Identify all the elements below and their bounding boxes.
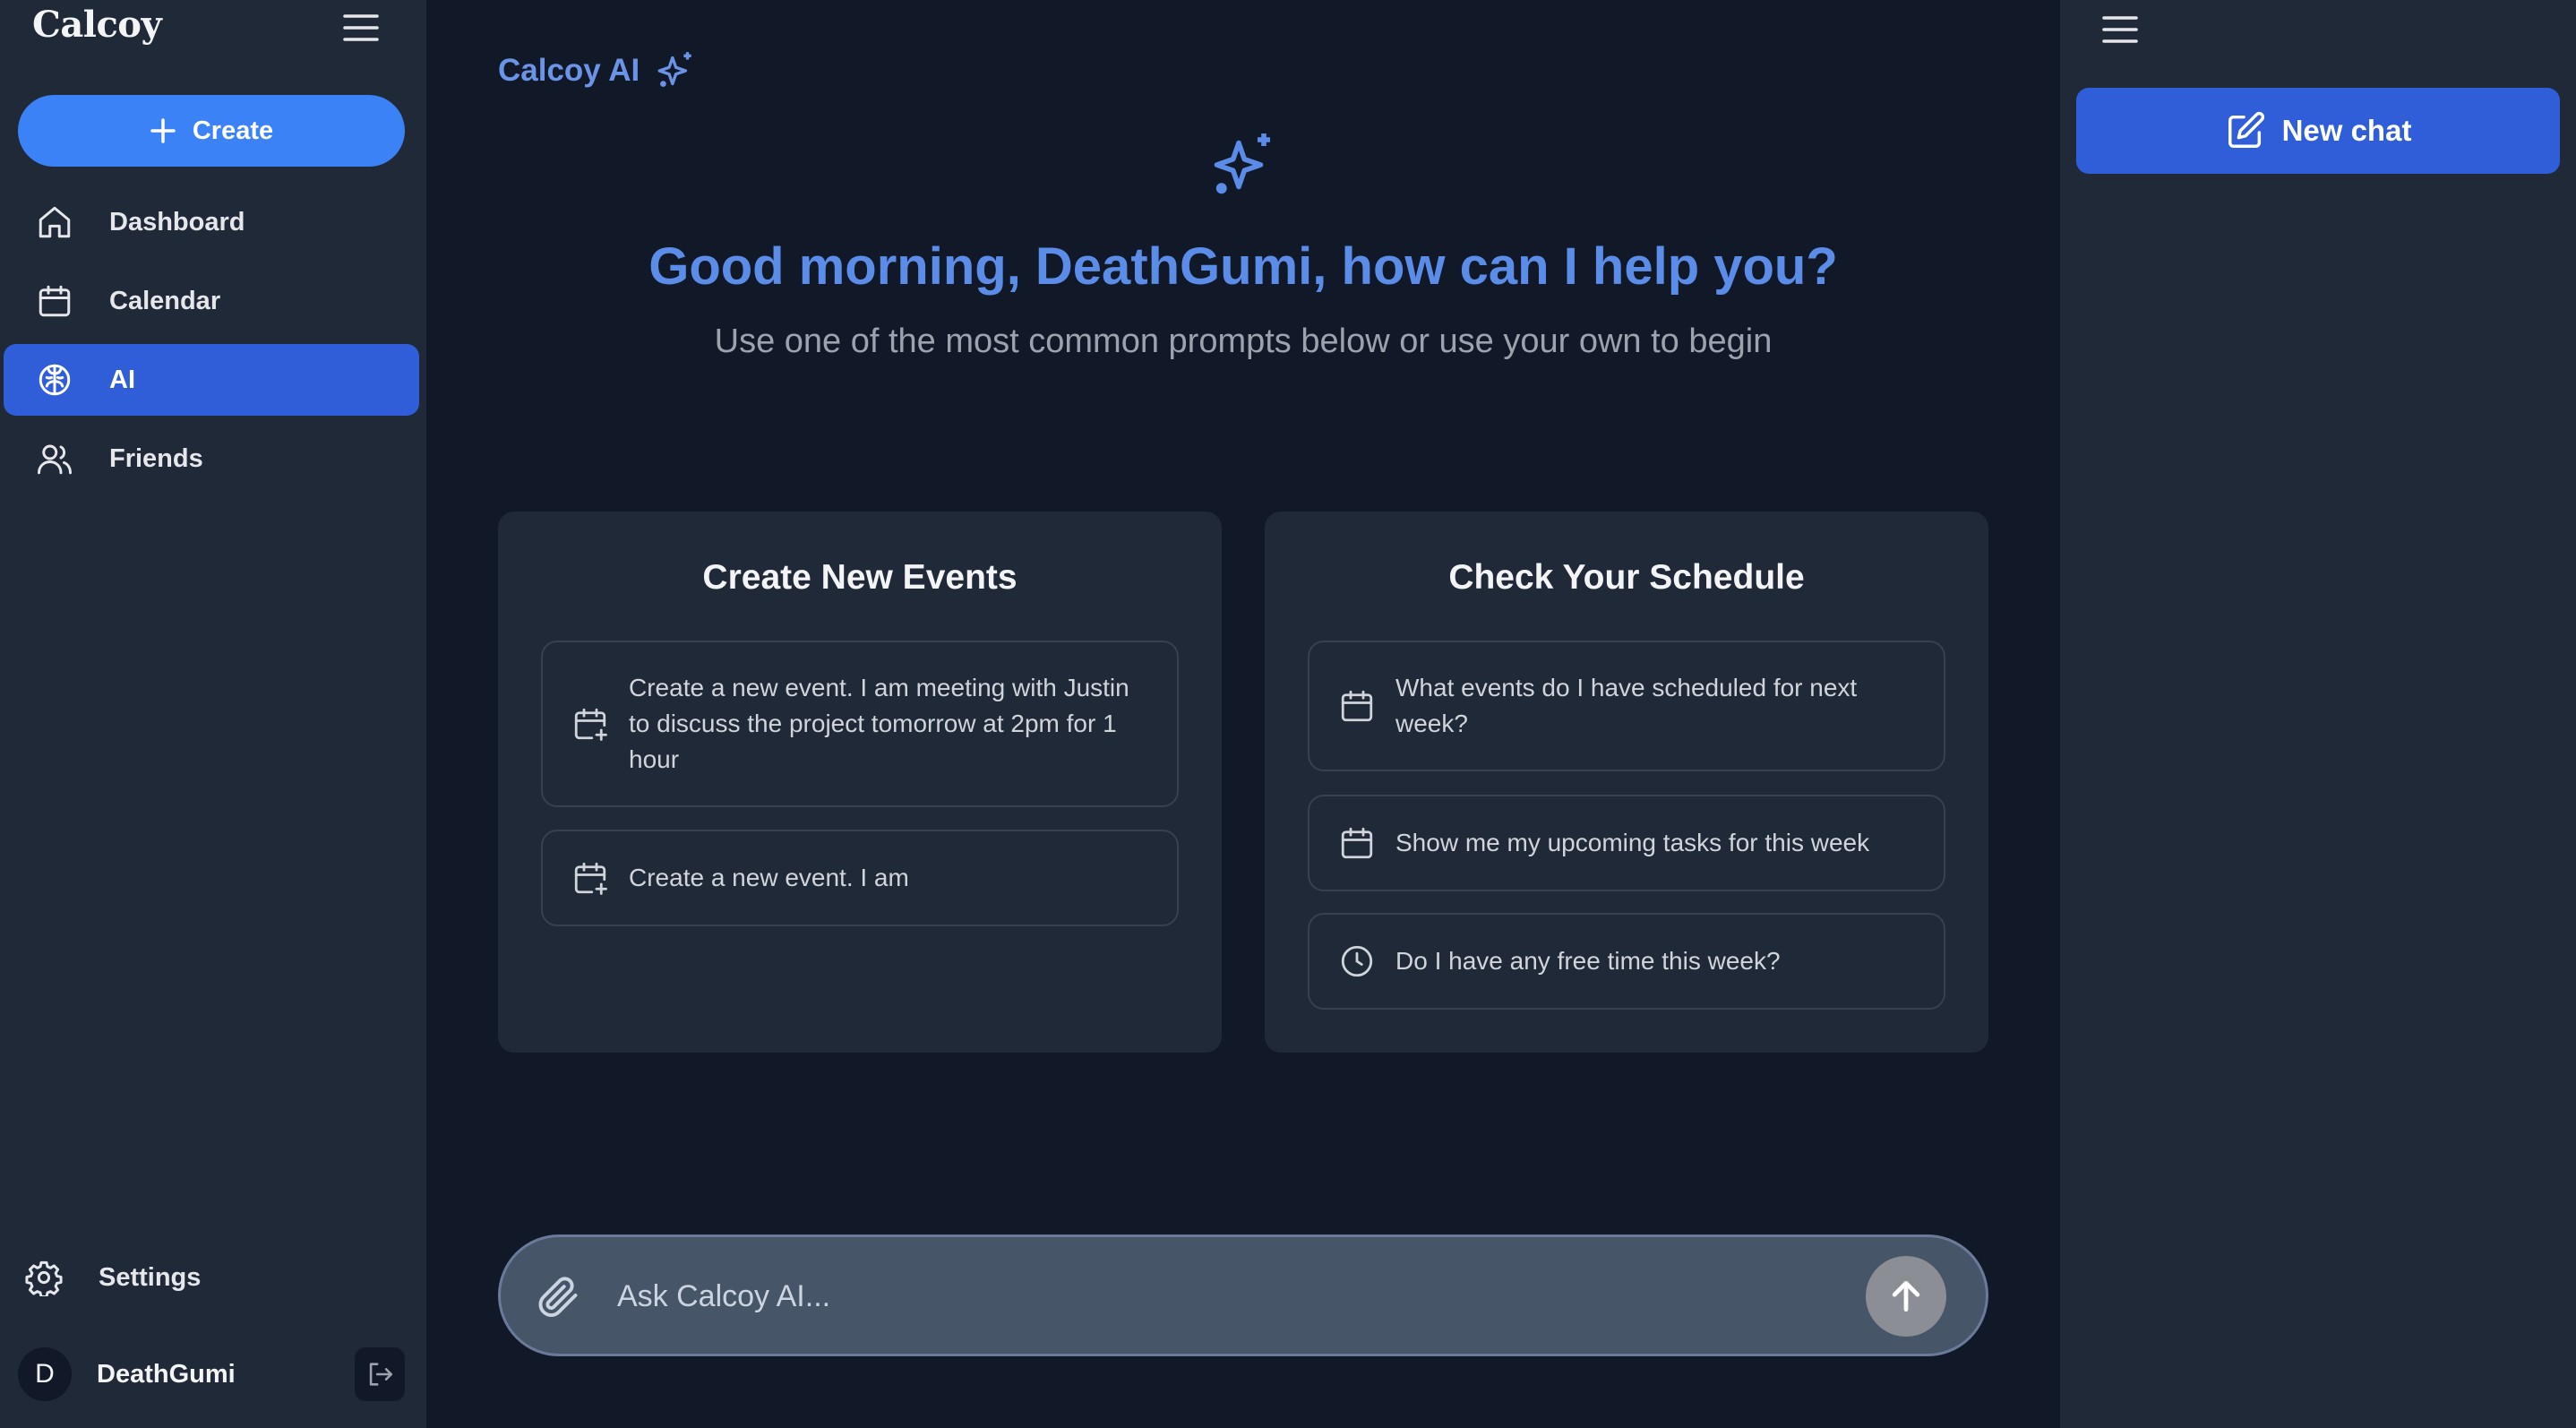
sidebar-item-label: Dashboard [109, 207, 245, 237]
check-schedule-card: Check Your Schedule What events do I hav… [1265, 512, 1988, 1053]
sidebar-nav: Dashboard Calendar AI Friends [4, 186, 419, 502]
send-button[interactable] [1866, 1256, 1946, 1337]
plus-icon [150, 118, 176, 143]
greeting-subtitle: Use one of the most common prompts below… [714, 323, 1773, 360]
prompt-suggestion[interactable]: What events do I have scheduled for next… [1308, 641, 1945, 771]
chat-input[interactable] [617, 1264, 1782, 1329]
sidebar: Calcoy Create Dashboard Calendar AI Frie… [0, 0, 426, 1428]
paperclip-icon[interactable] [535, 1273, 581, 1320]
edit-icon [2228, 111, 2264, 148]
user-profile: D DeathGumi [18, 1344, 405, 1405]
brand-logo[interactable]: Calcoy [32, 4, 162, 46]
prompt-text: Do I have any free time this week? [1395, 947, 1781, 975]
app-root: Calcoy Create Dashboard Calendar AI Frie… [0, 0, 2576, 1428]
sparkles-icon [657, 52, 691, 87]
page-title-text: Calcoy AI [498, 53, 640, 88]
calendar-plus-icon [574, 708, 607, 741]
sidebar-item-friends[interactable]: Friends [4, 423, 419, 495]
calendar-icon [39, 285, 71, 317]
logout-icon [369, 1363, 393, 1386]
settings-label: Settings [99, 1262, 202, 1292]
page-title: Calcoy AI [498, 48, 699, 93]
menu-icon[interactable] [342, 11, 380, 45]
prompt-suggestion[interactable]: Show me my upcoming tasks for this week [1308, 795, 1945, 891]
create-events-card: Create New Events Create a new event. I … [498, 512, 1222, 1053]
prompt-text: Create a new event. I am [629, 864, 909, 891]
prompt-suggestion[interactable]: Create a new event. I am [541, 830, 1179, 926]
prompt-suggestion[interactable]: Create a new event. I am meeting with Ju… [541, 641, 1179, 807]
sidebar-item-calendar[interactable]: Calendar [4, 265, 419, 337]
username: DeathGumi [97, 1359, 236, 1389]
main-content: Calcoy AI Good morning, DeathGumi, how c… [426, 0, 2060, 1428]
card-title: Create New Events [702, 558, 1018, 597]
gear-icon [25, 1260, 63, 1296]
clock-icon [1341, 945, 1373, 977]
greeting-heading: Good morning, DeathGumi, how can I help … [648, 237, 1838, 296]
prompt-text: What events do I have scheduled for next… [1395, 674, 1858, 737]
new-chat-button[interactable]: New chat [2076, 88, 2560, 174]
brain-icon [39, 364, 71, 396]
avatar[interactable]: D [18, 1347, 72, 1401]
chat-history-panel: New chat [2060, 0, 2576, 1428]
prompt-suggestion[interactable]: Do I have any free time this week? [1308, 913, 1945, 1010]
sidebar-item-dashboard[interactable]: Dashboard [4, 186, 419, 258]
create-button-label: Create [192, 116, 274, 145]
home-icon [39, 206, 71, 238]
sidebar-item-label: Calendar [109, 286, 221, 315]
new-chat-label: New chat [2281, 114, 2412, 147]
create-button[interactable]: Create [18, 95, 405, 167]
card-title: Check Your Schedule [1448, 558, 1805, 597]
arrow-up-icon [1892, 1280, 1920, 1312]
sidebar-item-ai[interactable]: AI [4, 344, 419, 416]
prompt-text: Create a new event. I am meeting with Ju… [629, 674, 1129, 773]
users-icon [38, 444, 72, 475]
prompt-text: Show me my upcoming tasks for this week [1395, 829, 1870, 856]
menu-icon[interactable] [2101, 13, 2139, 47]
sidebar-item-label: AI [109, 365, 135, 394]
sidebar-item-label: Friends [109, 443, 203, 473]
logout-button[interactable] [355, 1347, 405, 1401]
calendar-icon [1341, 690, 1373, 722]
calendar-icon [1341, 827, 1373, 859]
settings-link[interactable]: Settings [25, 1242, 401, 1313]
sparkles-icon [1214, 133, 1270, 194]
chat-input-bar [498, 1234, 1988, 1356]
calendar-plus-icon [574, 862, 607, 895]
